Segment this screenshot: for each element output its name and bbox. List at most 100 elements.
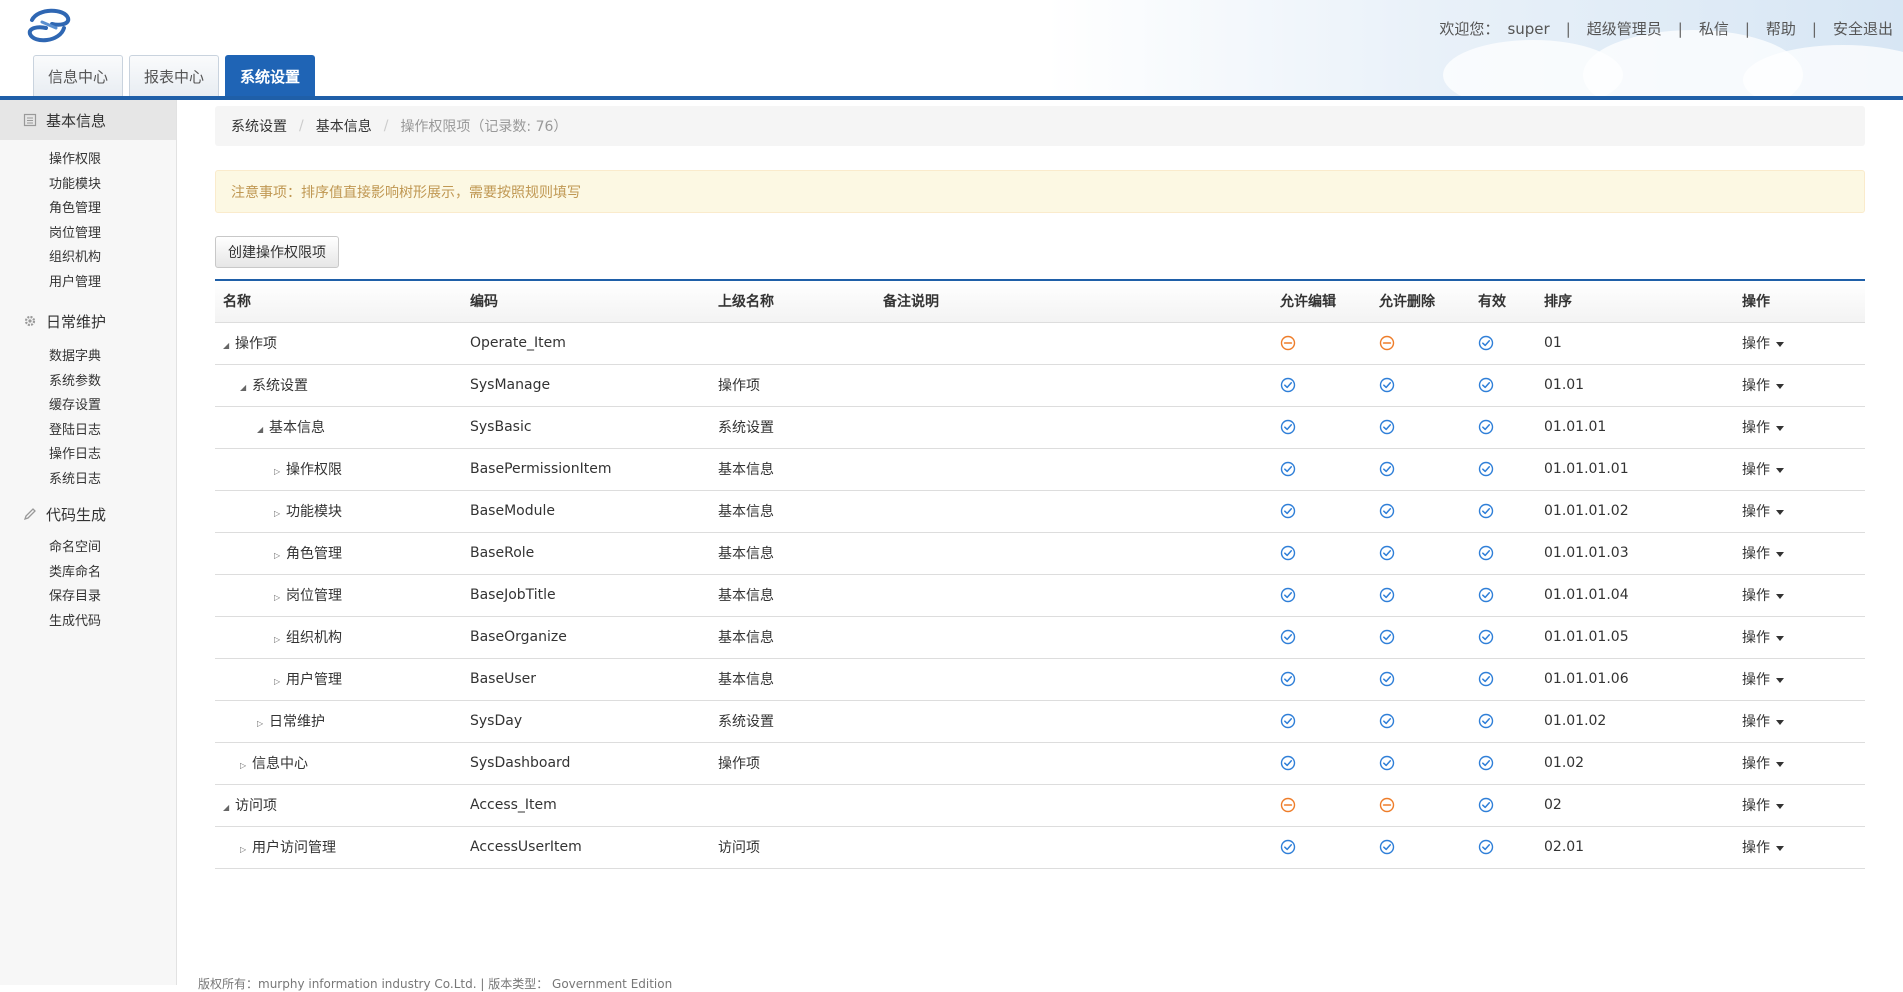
sidebar-group-maintenance[interactable]: 日常维护	[0, 301, 176, 341]
minus-circle-icon	[1379, 335, 1395, 351]
table-row[interactable]: ▷ 信息中心 SysDashboard 操作项 01.02 操作	[215, 742, 1865, 785]
check-circle-icon	[1478, 377, 1494, 393]
table-row[interactable]: ▷ 角色管理 BaseRole 基本信息 01.01.01.03 操作	[215, 532, 1865, 575]
table-row[interactable]: ▷ 用户管理 BaseUser 基本信息 01.01.01.06 操作	[215, 658, 1865, 701]
sidebar-item-permissions[interactable]: 操作权限	[0, 148, 176, 173]
cell-allow-edit	[1272, 532, 1371, 575]
row-action-dropdown[interactable]: 操作	[1742, 840, 1784, 856]
tab-report-center[interactable]: 报表中心	[129, 55, 220, 96]
cell-code: Operate_Item	[462, 322, 710, 365]
cell-actions: 操作	[1734, 406, 1865, 449]
row-action-dropdown[interactable]: 操作	[1742, 588, 1784, 604]
row-action-dropdown[interactable]: 操作	[1742, 756, 1784, 772]
cell-code: BaseRole	[462, 532, 710, 575]
sidebar-item-users[interactable]: 用户管理	[0, 271, 176, 296]
sidebar-item-organizations[interactable]: 组织机构	[0, 246, 176, 271]
table-row[interactable]: ▷ 用户访问管理 AccessUserItem 访问项 02.01 操作	[215, 826, 1865, 869]
cell-allow-edit	[1272, 742, 1371, 785]
cell-name: ▷ 用户管理	[215, 658, 462, 701]
cell-parent: 操作项	[710, 742, 875, 785]
cell-allow-edit	[1272, 406, 1371, 449]
sidebar-item-save-dir[interactable]: 保存目录	[0, 585, 176, 610]
tree-collapsed-icon[interactable]: ▷	[274, 677, 284, 686]
tree-expanded-icon[interactable]: ◢	[223, 341, 233, 350]
table-row[interactable]: ◢ 基本信息 SysBasic 系统设置 01.01.01 操作	[215, 406, 1865, 449]
row-action-dropdown[interactable]: 操作	[1742, 798, 1784, 814]
sidebar-item-roles[interactable]: 角色管理	[0, 197, 176, 222]
sidebar-item-system-params[interactable]: 系统参数	[0, 370, 176, 395]
tab-system-settings[interactable]: 系统设置	[225, 55, 316, 96]
table-row[interactable]: ◢ 系统设置 SysManage 操作项 01.01 操作	[215, 364, 1865, 407]
tree-collapsed-icon[interactable]: ▷	[274, 551, 284, 560]
row-action-dropdown[interactable]: 操作	[1742, 462, 1784, 478]
tree-expanded-icon[interactable]: ◢	[240, 383, 250, 392]
row-name: 操作权限	[286, 462, 342, 478]
messages-link[interactable]: 私信	[1699, 18, 1729, 39]
cell-valid	[1470, 574, 1536, 617]
tree-collapsed-icon[interactable]: ▷	[240, 761, 250, 770]
sidebar-group-codegen[interactable]: 代码生成	[0, 494, 176, 534]
column-header-note: 备注说明	[875, 279, 1272, 323]
row-name: 组织机构	[286, 630, 342, 646]
tree-collapsed-icon[interactable]: ▷	[274, 467, 284, 476]
help-link[interactable]: 帮助	[1766, 18, 1796, 39]
tree-collapsed-icon[interactable]: ▷	[274, 635, 284, 644]
cell-allow-edit	[1272, 490, 1371, 533]
tree-collapsed-icon[interactable]: ▷	[274, 593, 284, 602]
sidebar-item-cache-settings[interactable]: 缓存设置	[0, 394, 176, 419]
table-row[interactable]: ▷ 功能模块 BaseModule 基本信息 01.01.01.02 操作	[215, 490, 1865, 533]
cell-note	[875, 364, 1272, 407]
row-action-dropdown[interactable]: 操作	[1742, 714, 1784, 730]
breadcrumb-item-basic-info[interactable]: 基本信息	[316, 116, 372, 136]
cell-actions: 操作	[1734, 490, 1865, 533]
row-action-dropdown[interactable]: 操作	[1742, 672, 1784, 688]
sidebar-group-basic-info[interactable]: 基本信息	[0, 100, 176, 140]
create-permission-button[interactable]: 创建操作权限项	[215, 236, 339, 268]
sidebar-item-operation-log[interactable]: 操作日志	[0, 443, 176, 468]
cell-allow-delete	[1371, 406, 1470, 449]
table-row[interactable]: ▷ 日常维护 SysDay 系统设置 01.01.02 操作	[215, 700, 1865, 743]
table-row[interactable]: ▷ 操作权限 BasePermissionItem 基本信息 01.01.01.01 操作	[215, 448, 1865, 491]
check-circle-icon	[1478, 545, 1494, 561]
row-action-dropdown[interactable]: 操作	[1742, 504, 1784, 520]
row-name: 角色管理	[286, 546, 342, 562]
tree-expanded-icon[interactable]: ◢	[257, 425, 267, 434]
table-row[interactable]: ◢ 访问项 Access_Item 02 操作	[215, 784, 1865, 827]
cell-valid	[1470, 658, 1536, 701]
sidebar-item-namespace[interactable]: 命名空间	[0, 536, 176, 561]
row-name: 信息中心	[252, 756, 308, 772]
sidebar-item-dictionary[interactable]: 数据字典	[0, 345, 176, 370]
logo-icon[interactable]	[24, 6, 74, 46]
sidebar-item-job-titles[interactable]: 岗位管理	[0, 222, 176, 247]
sidebar-item-login-log[interactable]: 登陆日志	[0, 419, 176, 444]
logout-link[interactable]: 安全退出	[1833, 18, 1893, 39]
role-link[interactable]: 超级管理员	[1587, 18, 1662, 39]
cell-allow-delete	[1371, 616, 1470, 659]
cell-allow-delete	[1371, 532, 1470, 575]
row-action-dropdown[interactable]: 操作	[1742, 336, 1784, 352]
row-action-dropdown[interactable]: 操作	[1742, 546, 1784, 562]
check-circle-icon	[1379, 629, 1395, 645]
table-row[interactable]: ▷ 组织机构 BaseOrganize 基本信息 01.01.01.05 操作	[215, 616, 1865, 659]
tab-info-center[interactable]: 信息中心	[33, 55, 124, 96]
row-action-dropdown[interactable]: 操作	[1742, 630, 1784, 646]
cell-parent: 基本信息	[710, 616, 875, 659]
tree-collapsed-icon[interactable]: ▷	[274, 509, 284, 518]
sidebar-item-generate-code[interactable]: 生成代码	[0, 610, 176, 635]
check-circle-icon	[1379, 503, 1395, 519]
sidebar-item-modules[interactable]: 功能模块	[0, 173, 176, 198]
row-action-dropdown[interactable]: 操作	[1742, 378, 1784, 394]
cell-allow-edit	[1272, 784, 1371, 827]
tree-expanded-icon[interactable]: ◢	[223, 803, 233, 812]
check-circle-icon	[1379, 671, 1395, 687]
tree-collapsed-icon[interactable]: ▷	[240, 845, 250, 854]
sidebar-item-library-name[interactable]: 类库命名	[0, 561, 176, 586]
cell-allow-edit	[1272, 658, 1371, 701]
breadcrumb-item-system-settings[interactable]: 系统设置	[231, 116, 287, 136]
table-row[interactable]: ▷ 岗位管理 BaseJobTitle 基本信息 01.01.01.04 操作	[215, 574, 1865, 617]
row-action-dropdown[interactable]: 操作	[1742, 420, 1784, 436]
sidebar-item-system-log[interactable]: 系统日志	[0, 468, 176, 493]
table-row[interactable]: ◢ 操作项 Operate_Item 01 操作	[215, 322, 1865, 365]
row-name: 基本信息	[269, 420, 325, 436]
tree-collapsed-icon[interactable]: ▷	[257, 719, 267, 728]
